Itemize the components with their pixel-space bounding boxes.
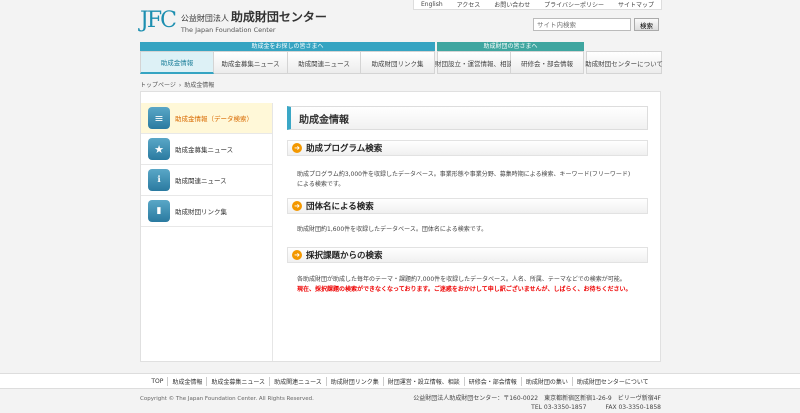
site-logo[interactable]: JFC 公益財団法人 助成財団センター The Japan Foundation … — [140, 7, 327, 35]
nav-item-grant-info[interactable]: 助成金情報 — [140, 51, 214, 74]
sidebar-item-related-news[interactable]: ℹ 助成関連ニュース — [141, 165, 272, 196]
util-link-contact[interactable]: お問い合わせ — [494, 0, 530, 9]
nav-item-about[interactable]: 助成財団センターについて — [585, 51, 663, 74]
tel-number: TEL 03-3350-1857 — [531, 404, 587, 411]
sidebar-item-label: 助成金情報（データ検索） — [175, 115, 253, 123]
section-heading-program-search[interactable]: ➜ 助成プログラム検索 — [287, 140, 648, 156]
footer-link-establishment[interactable]: 財団運営・設立情報、相談 — [382, 376, 464, 386]
search-input[interactable] — [533, 18, 631, 31]
logo-mark: JFC — [140, 8, 177, 33]
nav-item-links[interactable]: 助成財団リンク集 — [361, 51, 435, 74]
footer-link-related-news[interactable]: 助成関連ニュース — [269, 376, 326, 386]
footer-link-about[interactable]: 助成財団センターについて — [571, 376, 653, 386]
info-icon: ℹ — [148, 169, 170, 191]
copyright: Copyright © The Japan Foundation Center.… — [140, 396, 314, 402]
nav-group-label-foundations: 助成財団の皆さまへ — [437, 42, 584, 51]
util-link-sitemap[interactable]: サイトマップ — [618, 0, 654, 9]
nav-group-label-seekers: 助成金をお探しの皆さまへ — [140, 42, 435, 51]
footer-link-seminars[interactable]: 研修会・部会情報 — [463, 376, 521, 386]
breadcrumb-separator: › — [178, 82, 182, 89]
footer-link-grant-info[interactable]: 助成金情報 — [167, 376, 206, 386]
main-panel: ≡ 助成金情報（データ検索） ★ 助成金募集ニュース ℹ 助成関連ニュース ▮ … — [140, 91, 661, 362]
warning-notice: 現在、採択課題の検索ができなくなっております。ご迷惑をおかけして申し訳ございませ… — [297, 286, 632, 293]
sidebar-item-label: 助成関連ニュース — [175, 177, 227, 185]
section-description: 助成プログラム約3,000件を収録したデータベース。事業形態や事業分野、募集時期… — [297, 171, 631, 188]
sidebar: ≡ 助成金情報（データ検索） ★ 助成金募集ニュース ℹ 助成関連ニュース ▮ … — [141, 103, 272, 227]
footer-link-grant-news[interactable]: 助成金募集ニュース — [206, 376, 269, 386]
arrow-right-icon: ➜ — [292, 143, 302, 153]
util-link-privacy[interactable]: プライバシーポリシー — [544, 0, 604, 9]
address-line: 公益財団法人助成財団センター：〒160-0022 東京都新宿区新宿1-26-9 … — [413, 395, 661, 402]
section-description: 各助成財団が助成した毎年のテーマ・課題約7,000件を収録したデータベース。人名… — [297, 276, 626, 283]
breadcrumb: トップページ › 助成金情報 — [140, 80, 214, 89]
section-heading-label: 助成プログラム検索 — [306, 144, 383, 154]
search-button[interactable]: 検索 — [634, 18, 659, 31]
database-icon: ≡ — [148, 107, 170, 129]
util-link-access[interactable]: アクセス — [457, 0, 481, 9]
content-area: 助成金情報 ➜ 助成プログラム検索 助成プログラム約3,000件を収録したデータ… — [287, 106, 648, 295]
breadcrumb-current: 助成金情報 — [184, 82, 215, 89]
nav-item-related-news[interactable]: 助成関連ニュース — [288, 51, 361, 74]
section-heading-organization-search[interactable]: ➜ 団体名による検索 — [287, 198, 648, 214]
nav-item-grant-news[interactable]: 助成金募集ニュース — [214, 51, 288, 74]
sidebar-item-grant-news[interactable]: ★ 助成金募集ニュース — [141, 134, 272, 165]
sidebar-item-label: 助成財団リンク集 — [175, 208, 227, 216]
logo-prefix: 公益財団法人 — [180, 14, 229, 23]
fax-number: FAX 03-3350-1858 — [605, 404, 661, 411]
section-heading-label: 採択課題からの検索 — [306, 251, 383, 261]
arrow-right-icon: ➜ — [292, 201, 302, 211]
nav-item-establishment[interactable]: 財団設立・運営情報、相談 — [435, 51, 513, 74]
footer-link-top[interactable]: TOP — [147, 378, 167, 385]
sidebar-item-label: 助成金募集ニュース — [175, 146, 234, 154]
section-heading-adopted-search[interactable]: ➜ 採択課題からの検索 — [287, 247, 648, 263]
column-divider — [272, 103, 273, 361]
breadcrumb-home[interactable]: トップページ — [140, 82, 176, 89]
footer-address: 公益財団法人助成財団センター：〒160-0022 東京都新宿区新宿1-26-9 … — [410, 394, 661, 412]
sidebar-item-links[interactable]: ▮ 助成財団リンク集 — [141, 196, 272, 227]
nav-item-seminars[interactable]: 研修会・部会情報 — [511, 51, 584, 74]
util-link-english[interactable]: English — [421, 1, 443, 8]
section-description: 助成財団約1,600件を収録したデータベース。団体名による検索です。 — [297, 226, 488, 233]
logo-name: 助成財団センター — [230, 10, 327, 24]
footer-link-links[interactable]: 助成財団リンク集 — [325, 376, 383, 386]
footer-nav: TOP 助成金情報 助成金募集ニュース 助成関連ニュース 助成財団リンク集 財団… — [0, 373, 800, 389]
page-title: 助成金情報 — [287, 106, 648, 130]
utility-nav: English アクセス お問い合わせ プライバシーポリシー サイトマップ — [413, 0, 662, 10]
footer-link-gathering[interactable]: 助成財団の集い — [520, 376, 572, 386]
logo-english: The Japan Foundation Center — [180, 26, 276, 34]
section-heading-label: 団体名による検索 — [306, 202, 374, 212]
sidebar-item-data-search[interactable]: ≡ 助成金情報（データ検索） — [141, 103, 272, 134]
contact-line: TEL 03-3350-1857 FAX 03-3350-1858 — [410, 403, 661, 412]
global-nav: 助成金情報 助成金募集ニュース 助成関連ニュース 助成財団リンク集 財団設立・運… — [140, 51, 663, 74]
star-icon: ★ — [148, 138, 170, 160]
arrow-right-icon: ➜ — [292, 250, 302, 260]
bookmark-icon: ▮ — [148, 200, 170, 222]
site-search: 検索 — [533, 18, 659, 31]
